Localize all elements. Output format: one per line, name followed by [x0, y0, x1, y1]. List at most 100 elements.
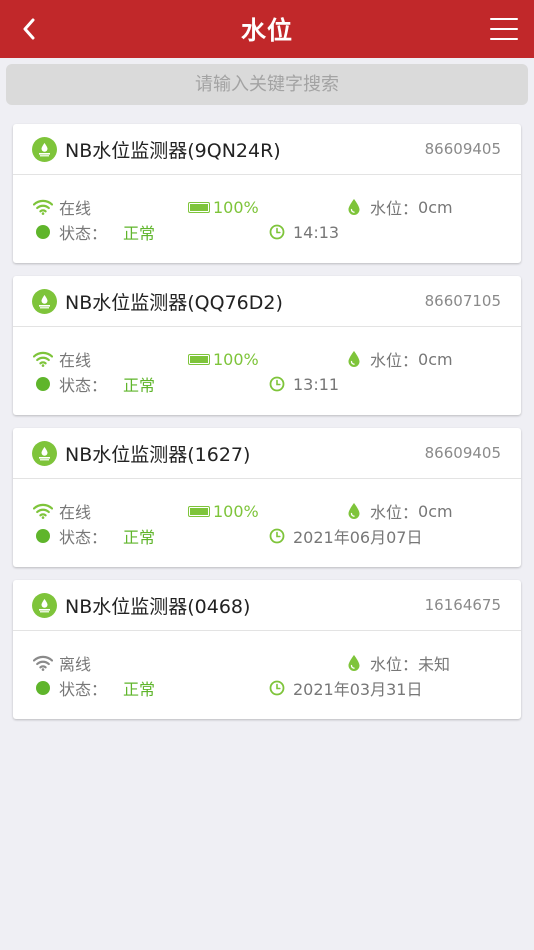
update-time: 2021年06月07日: [267, 525, 422, 547]
status-label: 状态：: [59, 224, 108, 243]
menu-icon-line: [490, 38, 518, 40]
connection-label: 在线: [59, 199, 92, 218]
device-card[interactable]: NB水位监测器(1627) 86609405 在线 100% 水位： 0cm 状…: [13, 428, 521, 567]
wifi-icon: [33, 351, 53, 367]
update-time-value: 14:13: [293, 222, 340, 242]
water-level-label: 水位：: [370, 655, 419, 674]
device-info-row: 状态： 正常 2021年06月07日: [13, 525, 521, 547]
water-level: 水位： 0cm: [344, 196, 453, 218]
wifi-icon: [33, 199, 53, 215]
device-info-row: 状态： 正常 2021年03月31日: [13, 677, 521, 699]
battery-icon: [188, 505, 210, 517]
connection-label: 在线: [59, 503, 92, 522]
battery-fill: [190, 355, 208, 363]
clock-icon: [267, 528, 287, 544]
device-name: NB水位监测器(QQ76D2): [65, 291, 283, 314]
connection-status: 在线: [33, 500, 91, 522]
device-list: NB水位监测器(9QN24R) 86609405 在线 100% 水位： 0cm…: [13, 124, 521, 732]
battery-icon: [188, 201, 210, 213]
device-card[interactable]: NB水位监测器(0468) 16164675 离线 水位： 未知 状态： 正常 …: [13, 580, 521, 719]
water-level-sensor-icon: [32, 592, 57, 618]
status-dot-icon: [33, 377, 53, 391]
status-value: 正常: [123, 224, 156, 243]
device-info-row: 状态： 正常 13:11: [13, 373, 521, 395]
battery-value: 100%: [213, 501, 259, 521]
device-id: 86607105: [424, 292, 501, 310]
water-drop-icon: [344, 350, 364, 368]
water-level-label: 水位：: [370, 351, 419, 370]
battery-value: 100%: [213, 349, 259, 369]
wifi-icon: [33, 503, 53, 519]
status-label: 状态：: [59, 528, 108, 547]
device-info-row: 离线 水位： 未知: [13, 652, 521, 674]
connection-label: 离线: [59, 655, 92, 674]
device-card[interactable]: NB水位监测器(9QN24R) 86609405 在线 100% 水位： 0cm…: [13, 124, 521, 263]
device-card-header: NB水位监测器(9QN24R) 86609405: [13, 124, 521, 175]
status-dot-icon: [33, 529, 53, 543]
status-label: 状态：: [59, 680, 108, 699]
battery-status: 100%: [188, 348, 259, 370]
app-header: 水位: [0, 0, 534, 58]
water-level-value: 0cm: [418, 349, 453, 369]
update-time-value: 2021年03月31日: [293, 680, 423, 699]
battery-fill: [190, 203, 208, 211]
update-time-value: 2021年06月07日: [293, 528, 423, 547]
device-card-header: NB水位监测器(0468) 16164675: [13, 580, 521, 631]
device-card[interactable]: NB水位监测器(QQ76D2) 86607105 在线 100% 水位： 0cm…: [13, 276, 521, 415]
device-info-row: 在线 100% 水位： 0cm: [13, 500, 521, 522]
back-button[interactable]: [14, 14, 44, 44]
device-name: NB水位监测器(0468): [65, 595, 251, 618]
device-id: 16164675: [424, 596, 501, 614]
status-label: 状态：: [59, 376, 108, 395]
wifi-icon: [33, 655, 53, 671]
update-time: 14:13: [267, 221, 339, 243]
update-time: 13:11: [267, 373, 339, 395]
connection-status: 离线: [33, 652, 91, 674]
water-level-sensor-icon: [32, 440, 57, 466]
water-level: 水位： 未知: [344, 652, 450, 674]
device-status: 状态： 正常: [33, 221, 155, 243]
menu-button[interactable]: [490, 18, 518, 40]
device-name: NB水位监测器(1627): [65, 443, 251, 466]
battery-status: 100%: [188, 500, 259, 522]
clock-icon: [267, 680, 287, 696]
page-title: 水位: [240, 16, 293, 45]
water-level-sensor-icon: [32, 136, 57, 162]
device-id: 86609405: [424, 444, 501, 462]
status-value: 正常: [123, 528, 156, 547]
connection-status: 在线: [33, 348, 91, 370]
status-dot-icon: [33, 681, 53, 695]
update-time-value: 13:11: [293, 374, 340, 394]
water-level: 水位： 0cm: [344, 500, 453, 522]
device-info-row: 在线 100% 水位： 0cm: [13, 196, 521, 218]
device-info-row: 在线 100% 水位： 0cm: [13, 348, 521, 370]
search-input[interactable]: [6, 64, 528, 105]
device-status: 状态： 正常: [33, 373, 155, 395]
status-dot-icon: [33, 225, 53, 239]
device-card-header: NB水位监测器(QQ76D2) 86607105: [13, 276, 521, 327]
water-level-label: 水位：: [370, 199, 419, 218]
battery-fill: [190, 507, 208, 515]
chevron-left-icon: [23, 18, 35, 40]
device-status: 状态： 正常: [33, 525, 155, 547]
water-drop-icon: [344, 654, 364, 672]
battery-value: 100%: [213, 197, 259, 217]
water-drop-icon: [344, 502, 364, 520]
device-status: 状态： 正常: [33, 677, 155, 699]
battery-icon: [188, 353, 210, 365]
water-level-label: 水位：: [370, 503, 419, 522]
menu-icon-line: [490, 28, 518, 30]
menu-icon-line: [490, 18, 518, 20]
connection-label: 在线: [59, 351, 92, 370]
water-level-value: 0cm: [418, 501, 453, 521]
status-value: 正常: [123, 680, 156, 699]
update-time: 2021年03月31日: [267, 677, 422, 699]
battery-status: 100%: [188, 196, 259, 218]
water-level-value: 0cm: [418, 197, 453, 217]
water-drop-icon: [344, 198, 364, 216]
connection-status: 在线: [33, 196, 91, 218]
search-bar: [6, 64, 528, 105]
device-id: 86609405: [424, 140, 501, 158]
clock-icon: [267, 224, 287, 240]
status-value: 正常: [123, 376, 156, 395]
